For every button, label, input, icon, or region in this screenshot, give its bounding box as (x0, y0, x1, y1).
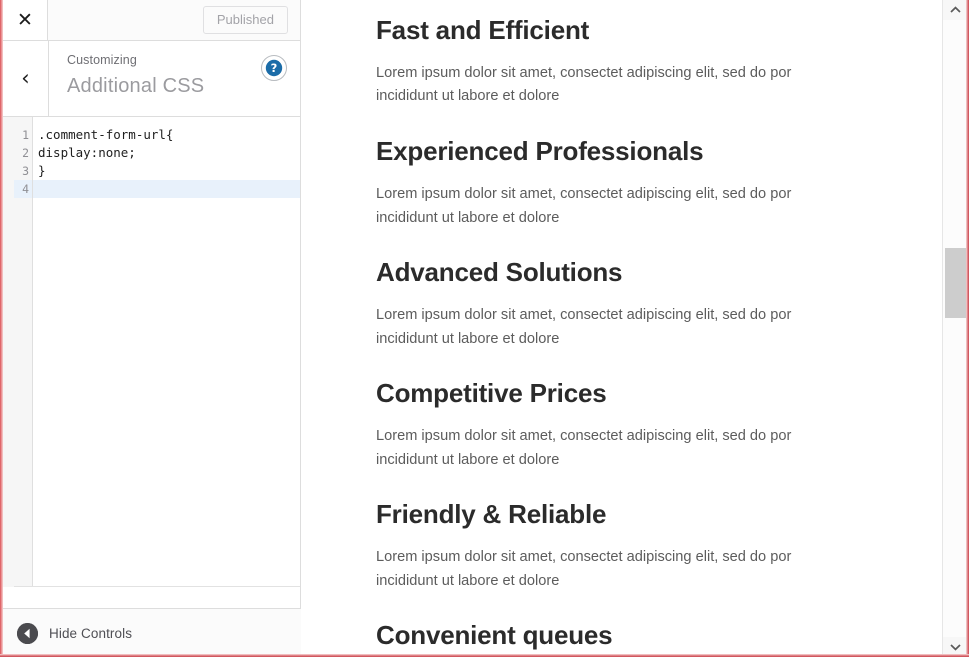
code-line[interactable]: .comment-form-url{ (33, 126, 300, 144)
vertical-scrollbar[interactable] (942, 0, 967, 657)
editor-line-numbers: 1 2 3 4 (14, 117, 33, 587)
code-line-active[interactable] (33, 180, 300, 198)
page-title: Additional CSS (67, 75, 205, 98)
css-editor[interactable]: 1 2 3 4 .comment-form-url{ display:none;… (3, 117, 300, 587)
section-body: Lorem ipsum dolor sit amet, consectet ad… (376, 306, 792, 347)
line-number: 2 (22, 146, 29, 160)
publish-button[interactable]: Published (202, 6, 288, 34)
section-heading: Convenient queues (376, 620, 613, 651)
line-number: 1 (22, 128, 29, 142)
preview-section: Competitive Prices Lorem ipsum dolor sit… (376, 377, 942, 472)
help-circle-icon: ? (261, 55, 287, 81)
preview-section: Convenient queues Lorem ipsum dolor sit … (376, 619, 942, 657)
line-number: 3 (22, 164, 29, 178)
site-preview-frame[interactable]: Fast and Efficient Lorem ipsum dolor sit… (302, 0, 942, 657)
scrollbar-track[interactable] (943, 20, 967, 637)
code-line[interactable]: display:none; (33, 144, 300, 162)
section-heading: Competitive Prices (376, 378, 607, 409)
code-line[interactable]: } (33, 162, 300, 180)
arrow-left-circle-icon (17, 622, 38, 644)
customizer-topbar: ✕ Published (3, 0, 300, 41)
section-body: Lorem ipsum dolor sit amet, consectet ad… (376, 428, 792, 468)
preview-section: Advanced Solutions Lorem ipsum dolor sit… (376, 256, 942, 351)
preview-section: Friendly & Reliable Lorem ipsum dolor si… (376, 498, 942, 593)
help-button[interactable]: ? (248, 41, 300, 116)
editor-left-pad (3, 117, 14, 587)
panel-back-button[interactable]: ‹ (3, 41, 49, 116)
section-body: Lorem ipsum dolor sit amet, consectet ad… (376, 185, 792, 226)
preview-section: Experienced Professionals Lorem ipsum do… (376, 135, 942, 230)
chevron-down-icon (949, 644, 961, 651)
browser-window: ✕ Published ‹ Customizing Additional CSS… (0, 0, 969, 657)
panel-header: ‹ Customizing Additional CSS ? (3, 41, 300, 117)
section-heading: Advanced Solutions (376, 257, 623, 288)
section-heading: Fast and Efficient (376, 15, 590, 45)
customizer-sidebar: ✕ Published ‹ Customizing Additional CSS… (3, 0, 301, 657)
editor-bottom-border (14, 586, 300, 587)
scrollbar-thumb[interactable] (945, 248, 966, 318)
chevron-up-icon (949, 6, 961, 13)
section-heading: Experienced Professionals (376, 136, 704, 167)
hide-controls-label: Hide Controls (49, 625, 133, 641)
preview-content: Fast and Efficient Lorem ipsum dolor sit… (302, 0, 942, 657)
section-body: Lorem ipsum dolor sit amet, consectet ad… (376, 64, 792, 105)
hide-controls-button[interactable]: Hide Controls (3, 608, 301, 657)
close-customizer-button[interactable]: ✕ (3, 0, 48, 40)
scroll-up-button[interactable] (943, 0, 967, 20)
editor-code-lines[interactable]: .comment-form-url{ display:none; } (33, 117, 300, 587)
section-heading: Friendly & Reliable (376, 499, 607, 530)
close-icon: ✕ (17, 8, 33, 31)
line-number: 4 (14, 180, 32, 198)
panel-title-group: Customizing Additional CSS (49, 41, 248, 116)
chevron-left-icon: ‹ (21, 66, 30, 90)
svg-text:?: ? (271, 61, 278, 75)
section-body: Lorem ipsum dolor sit amet, consectet ad… (376, 549, 792, 589)
preview-section: Fast and Efficient Lorem ipsum dolor sit… (376, 14, 942, 109)
breadcrumb: Customizing (67, 53, 137, 67)
window-edge-left (0, 0, 3, 657)
